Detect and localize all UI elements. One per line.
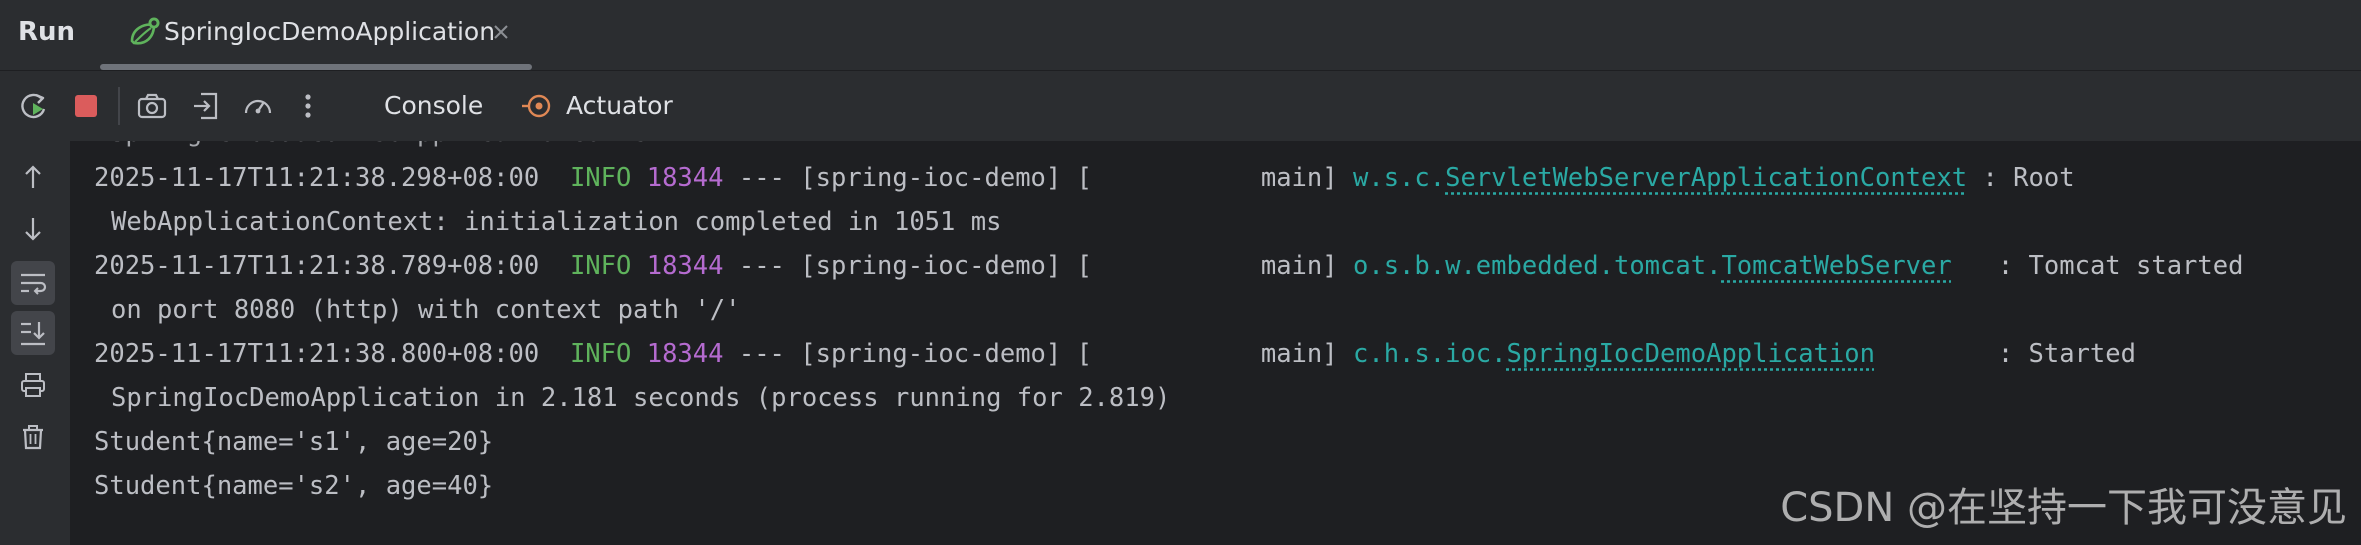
log-separator: --- — [738, 251, 785, 281]
log-pid: 18344 — [646, 339, 724, 369]
log-thread: [ main] — [1076, 339, 1338, 369]
log-logger-class-link[interactable]: SpringIocDemoApplication — [1507, 339, 1875, 369]
log-level: INFO — [569, 251, 632, 281]
log-separator: --- — [738, 163, 785, 193]
trash-icon[interactable] — [11, 415, 55, 459]
log-pid: 18344 — [646, 251, 724, 281]
log-timestamp: 2025-11-17T11:21:38.789+08:00 — [94, 251, 540, 281]
log-message: : Tomcat started — [1997, 251, 2244, 281]
down-arrow-icon[interactable] — [11, 207, 55, 251]
soft-wrap-icon[interactable] — [11, 261, 55, 305]
spring-run-icon — [126, 15, 162, 51]
log-line-continuation: SpringIocDemoApplication in 2.181 second… — [111, 383, 1171, 413]
run-tool-window: Run SpringIocDemoApplication Console Act… — [0, 0, 2361, 545]
log-logger-package: w.s.c. — [1352, 163, 1446, 193]
log-logger-class-link[interactable]: TomcatWebServer — [1721, 251, 1951, 281]
log-logger-padding — [1952, 251, 1983, 281]
console-output[interactable]: Spring embedded WebApplicationContext 20… — [70, 141, 2361, 545]
log-app: [spring-ioc-demo] — [800, 339, 1062, 369]
stdout-line: Student{name='s2', age=40} — [94, 471, 494, 501]
print-icon[interactable] — [11, 363, 55, 407]
active-tab-indicator — [100, 64, 532, 70]
log-line: 2025-11-17T11:21:38.800+08:00 INFO 18344… — [94, 334, 2136, 374]
tab-title: SpringIocDemoApplication — [164, 17, 496, 46]
stop-icon[interactable] — [66, 86, 106, 126]
watermark: CSDN @在坚持一下我可没意见 — [1780, 485, 2347, 531]
rerun-icon[interactable] — [14, 86, 54, 126]
log-line: 2025-11-17T11:21:38.298+08:00 INFO 18344… — [94, 158, 2075, 198]
up-arrow-icon[interactable] — [11, 155, 55, 199]
log-app: [spring-ioc-demo] — [800, 251, 1062, 281]
log-pid: 18344 — [646, 163, 724, 193]
actuator-label: Actuator — [566, 91, 673, 120]
run-panel-title: Run — [18, 17, 76, 47]
log-logger-package: c.h.s.ioc. — [1352, 339, 1507, 369]
log-thread: [ main] — [1076, 251, 1338, 281]
console-partial-line: Spring embedded WebApplicationContext — [110, 141, 678, 153]
scroll-to-end-icon[interactable] — [11, 311, 55, 355]
close-icon[interactable] — [488, 19, 514, 45]
more-options-icon[interactable] — [288, 86, 328, 126]
profiler-gauge-icon[interactable] — [238, 86, 278, 126]
log-line-continuation: on port 8080 (http) with context path '/… — [111, 295, 741, 325]
log-logger-package: o.s.b.w.embedded.tomcat. — [1352, 251, 1722, 281]
actuator-icon — [520, 89, 554, 123]
tab-console[interactable]: Console — [384, 87, 483, 125]
toolbar-separator — [118, 87, 120, 125]
console-side-toolbar — [0, 141, 70, 545]
log-separator: --- — [738, 339, 785, 369]
log-message: : Root — [1982, 163, 2075, 193]
log-line: 2025-11-17T11:21:38.789+08:00 INFO 18344… — [94, 246, 2243, 286]
stdout-line: Student{name='s1', age=20} — [94, 427, 494, 457]
log-thread: [ main] — [1076, 163, 1338, 193]
log-level: INFO — [569, 339, 632, 369]
log-app: [spring-ioc-demo] — [800, 163, 1062, 193]
log-timestamp: 2025-11-17T11:21:38.298+08:00 — [94, 163, 540, 193]
exit-icon[interactable] — [186, 86, 226, 126]
log-logger-class-link[interactable]: ServletWebServerApplicationContext — [1445, 163, 1967, 193]
log-level: INFO — [569, 163, 632, 193]
log-message: : Started — [1997, 339, 2136, 369]
log-timestamp: 2025-11-17T11:21:38.800+08:00 — [94, 339, 540, 369]
log-line-continuation: WebApplicationContext: initialization co… — [111, 207, 1002, 237]
run-toolbar: Console Actuator — [0, 71, 2361, 141]
tab-spring-ioc-demo-application[interactable]: SpringIocDemoApplication — [100, 0, 532, 70]
screenshot-camera-icon[interactable] — [132, 86, 172, 126]
run-tab-bar: Run SpringIocDemoApplication — [0, 0, 2361, 71]
log-logger-padding — [1875, 339, 1982, 369]
